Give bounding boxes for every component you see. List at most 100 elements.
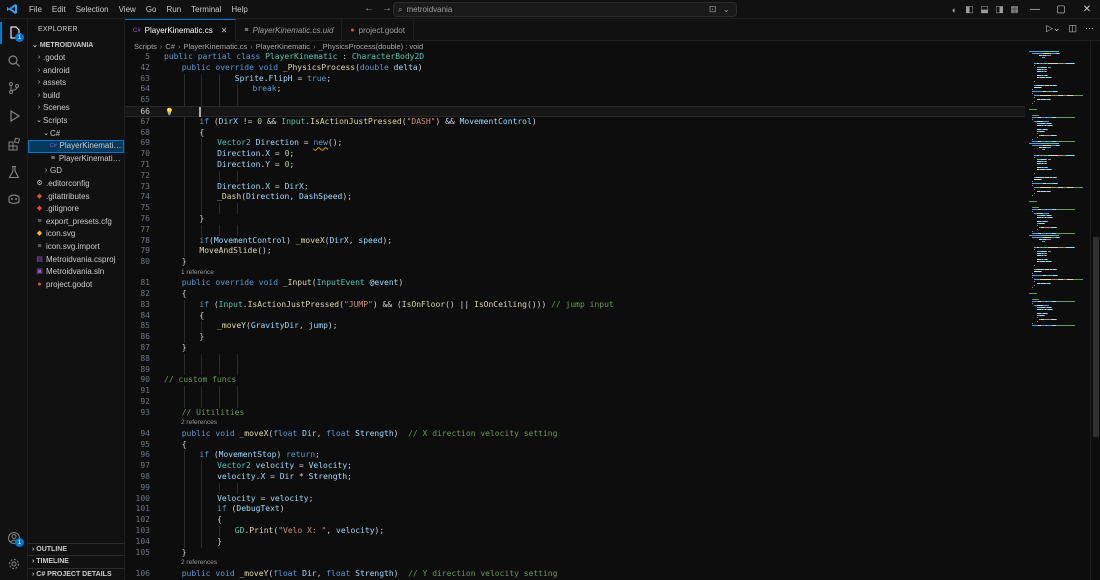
- customize-layout-icon[interactable]: ▦: [1007, 0, 1022, 19]
- tree-item[interactable]: ⚙ .editorconfig: [28, 178, 124, 191]
- editor-scrollbar[interactable]: [1090, 41, 1100, 580]
- maximize-button[interactable]: ▢: [1048, 0, 1074, 19]
- source-control-icon[interactable]: [0, 77, 28, 99]
- minimap[interactable]: [1025, 41, 1090, 580]
- tree-item-label: Scenes: [43, 103, 70, 113]
- breadcrumb-item[interactable]: PlayerKinematic: [256, 42, 310, 51]
- tab-playerkinematic-cs[interactable]: C# PlayerKinematic.cs ✕: [125, 19, 237, 41]
- godot-icon[interactable]: [0, 188, 28, 210]
- breadcrumb-item[interactable]: Scripts: [134, 42, 157, 51]
- close-window-button[interactable]: ✕: [1074, 0, 1100, 19]
- layout-secondary-sidebar-icon[interactable]: ◨: [992, 0, 1007, 19]
- explorer-root-folder[interactable]: ⌄ METROIDVANIA: [28, 40, 124, 52]
- tree-item[interactable]: › Scenes: [28, 102, 124, 115]
- minimap-stroke: [1034, 101, 1035, 102]
- minimap-stroke: [1051, 261, 1053, 262]
- command-center[interactable]: ⌕ ⊡ ⌄: [393, 2, 737, 17]
- tree-item[interactable]: › .godot: [28, 52, 124, 65]
- tree-item[interactable]: › android: [28, 65, 124, 78]
- csharp-file-icon: C#: [49, 143, 57, 150]
- run-debug-icon[interactable]: [0, 105, 28, 127]
- menu-terminal[interactable]: Terminal: [186, 5, 226, 14]
- minimap-stroke: [1034, 189, 1035, 190]
- code-line: 87}: [125, 343, 1025, 354]
- menu-help[interactable]: Help: [226, 5, 252, 14]
- split-editor-icon[interactable]: ◫: [1068, 23, 1077, 34]
- tree-item[interactable]: › GD: [28, 165, 124, 178]
- menu-file[interactable]: File: [24, 5, 47, 14]
- section-timeline[interactable]: › TIMELINE: [28, 555, 125, 568]
- layout-panel-icon[interactable]: ⬓: [977, 0, 992, 19]
- breadcrumb-item[interactable]: _PhysicsProcess(double) : void: [319, 42, 424, 51]
- minimap-stroke: [1049, 147, 1051, 148]
- tree-item[interactable]: ◆ .gitattributes: [28, 191, 124, 204]
- layout-primary-sidebar-icon[interactable]: ◧: [962, 0, 977, 19]
- codelens-references[interactable]: 2 references: [181, 558, 217, 567]
- breadcrumb-item[interactable]: C#: [165, 42, 175, 51]
- codelens-references[interactable]: 2 references: [181, 418, 217, 427]
- section-outline[interactable]: › OUTLINE: [28, 542, 125, 556]
- minimap-stroke: [1044, 57, 1046, 58]
- codelens-references[interactable]: 1 reference: [181, 268, 214, 277]
- minimap-stroke: [1057, 141, 1075, 142]
- forward-arrow-icon[interactable]: →: [382, 3, 392, 14]
- line-number: 68: [140, 127, 150, 137]
- tree-item[interactable]: ◆ .gitignore: [28, 203, 124, 216]
- minimap-stroke: [1051, 77, 1053, 78]
- tree-item[interactable]: ▣ Metroidvania.sln: [28, 266, 124, 279]
- extensions-icon[interactable]: [0, 133, 28, 155]
- menu-selection[interactable]: Selection: [71, 5, 114, 14]
- tree-item[interactable]: ≡ export_presets.cfg: [28, 216, 124, 229]
- manage-gear-icon[interactable]: [0, 553, 28, 575]
- close-tab-icon[interactable]: ✕: [221, 26, 228, 35]
- menu-go[interactable]: Go: [141, 5, 162, 14]
- section-c-project-details[interactable]: › C# PROJECT DETAILS: [28, 567, 125, 580]
- line-number: 90: [140, 375, 150, 385]
- chevron-down-icon[interactable]: ⌄: [722, 4, 730, 15]
- menu-view[interactable]: View: [114, 5, 141, 14]
- tree-item[interactable]: ◆ icon.svg: [28, 228, 124, 241]
- tree-item-label: .gitignore: [46, 204, 79, 214]
- tree-item-label: export_presets.cfg: [46, 216, 112, 226]
- tree-item[interactable]: ⌄ C#: [28, 128, 124, 141]
- tree-item[interactable]: ⌄ Scripts: [28, 115, 124, 128]
- minimap-stroke: [1031, 183, 1044, 184]
- tree-item[interactable]: ≡ icon.svg.import: [28, 241, 124, 254]
- tree-item[interactable]: ● project.godot: [28, 279, 124, 292]
- minimize-button[interactable]: —: [1022, 0, 1048, 19]
- editor-tabs: C# PlayerKinematic.cs ✕ ≡ PlayerKinematic.cs…: [125, 19, 1100, 41]
- code-text: if(MovementControl) _moveX(DirX, speed);: [199, 235, 393, 245]
- breadcrumb-item[interactable]: PlayerKinematic.cs: [184, 42, 248, 51]
- tree-item[interactable]: C# PlayerKinematic.cs: [28, 140, 124, 153]
- line-number: 98: [140, 472, 150, 481]
- code-text: {: [199, 127, 205, 137]
- scrollbar-thumb[interactable]: [1093, 237, 1099, 437]
- run-icon[interactable]: ▷⌄: [1046, 23, 1060, 34]
- search-view-icon[interactable]: [0, 50, 28, 72]
- tree-item[interactable]: ≡PlayerKinematic.cs...: [28, 153, 124, 166]
- tree-item[interactable]: › assets: [28, 77, 124, 90]
- testing-icon[interactable]: [0, 161, 28, 183]
- tab-playerkinematic-cs-uid[interactable]: ≡ PlayerKinematic.cs.uid: [236, 19, 343, 41]
- tree-item[interactable]: › build: [28, 90, 124, 103]
- tree-item[interactable]: ▤ Metroidvania.csproj: [28, 254, 124, 267]
- line-number: 83: [140, 299, 150, 309]
- tab-project-godot[interactable]: ● project.godot: [342, 19, 414, 41]
- search-input[interactable]: [406, 5, 687, 14]
- line-number: 101: [135, 504, 150, 514]
- menu-edit[interactable]: Edit: [47, 5, 71, 14]
- line-number: 87: [140, 343, 150, 352]
- copilot-icon[interactable]: ◐: [947, 0, 962, 19]
- line-number: 97: [140, 461, 150, 471]
- more-actions-icon[interactable]: ⋯: [1085, 23, 1094, 34]
- line-number: 79: [140, 246, 150, 256]
- minimap-stroke: [1057, 209, 1075, 210]
- accounts-icon[interactable]: 1: [0, 527, 28, 549]
- copilot-chat-icon[interactable]: ⊡: [709, 4, 717, 15]
- back-arrow-icon[interactable]: ←: [364, 3, 374, 14]
- minimap-stroke: [1034, 249, 1035, 250]
- menu-run[interactable]: Run: [161, 5, 186, 14]
- code-text: }: [217, 536, 222, 546]
- explorer-icon[interactable]: 1: [0, 22, 28, 44]
- code-editor[interactable]: 5 public partial class PlayerKinematic : …: [125, 52, 1025, 580]
